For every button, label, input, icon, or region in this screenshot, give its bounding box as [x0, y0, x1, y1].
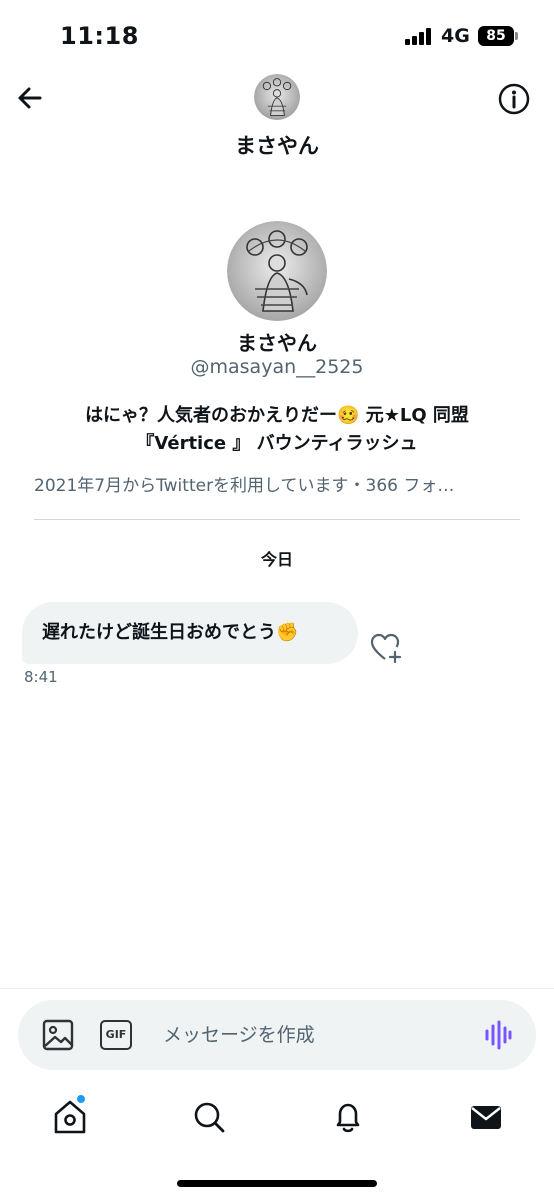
profile-name[interactable]: まさやん	[0, 327, 554, 356]
voice-message-button[interactable]	[484, 1020, 512, 1050]
message-input[interactable]	[163, 1017, 453, 1053]
date-separator: 今日	[260, 550, 293, 569]
tab-home[interactable]	[48, 1095, 92, 1139]
bio-line: はにゃ？人気者のおかえりだー🥴 元★LQ 同盟	[85, 405, 469, 426]
heart-plus-icon	[370, 633, 402, 664]
back-button[interactable]	[14, 82, 46, 114]
avatar-image	[227, 221, 327, 321]
network-type: 4G	[441, 25, 470, 47]
profile-handle[interactable]: @masayan__2525	[0, 356, 554, 378]
search-icon	[194, 1102, 225, 1133]
header-title: まさやん	[235, 134, 319, 158]
message-timestamp: 8:41	[24, 668, 58, 686]
home-icon	[54, 1100, 86, 1134]
add-image-button[interactable]	[42, 1018, 74, 1052]
profile-meta[interactable]: 2021年7月からTwitterを利用しています・366 フォ…	[34, 471, 524, 496]
divider	[34, 519, 520, 520]
messages-icon	[471, 1106, 501, 1129]
header-avatar[interactable]	[254, 74, 300, 120]
dm-conversation-screen: 11:18 4G 85 まさやん まさやん @masayan__2525 はにゃ…	[0, 0, 554, 1200]
tab-search[interactable]	[187, 1095, 231, 1139]
avatar-image	[254, 74, 300, 120]
message-bubble[interactable]: 遅れたけど誕生日おめでとう✊	[22, 602, 358, 664]
bio-line: 『Vértice 』 バウンティラッシュ	[136, 433, 418, 454]
profile-avatar[interactable]	[227, 221, 327, 321]
gif-button[interactable]: GIF	[100, 1020, 132, 1050]
tab-messages[interactable]	[464, 1095, 508, 1139]
voice-wave-icon	[485, 1020, 512, 1050]
status-bar: 11:18 4G 85	[0, 0, 554, 70]
add-reaction-button[interactable]	[368, 630, 404, 666]
back-arrow-icon	[18, 87, 42, 109]
battery-icon: 85	[478, 26, 514, 46]
image-icon	[42, 1019, 74, 1051]
home-indicator[interactable]	[177, 1180, 377, 1187]
notifications-icon	[336, 1103, 360, 1133]
new-content-badge	[76, 1094, 86, 1104]
signal-icon	[405, 27, 435, 45]
battery-tip	[515, 32, 518, 40]
message-composer: GIF	[18, 1000, 536, 1070]
info-button[interactable]	[497, 82, 531, 116]
tab-notifications[interactable]	[326, 1095, 370, 1139]
composer-divider	[0, 988, 554, 989]
status-time: 11:18	[60, 22, 139, 50]
info-icon	[498, 83, 530, 115]
profile-bio: はにゃ？人気者のおかえりだー🥴 元★LQ 同盟 『Vértice 』 バウンティ…	[30, 402, 524, 458]
